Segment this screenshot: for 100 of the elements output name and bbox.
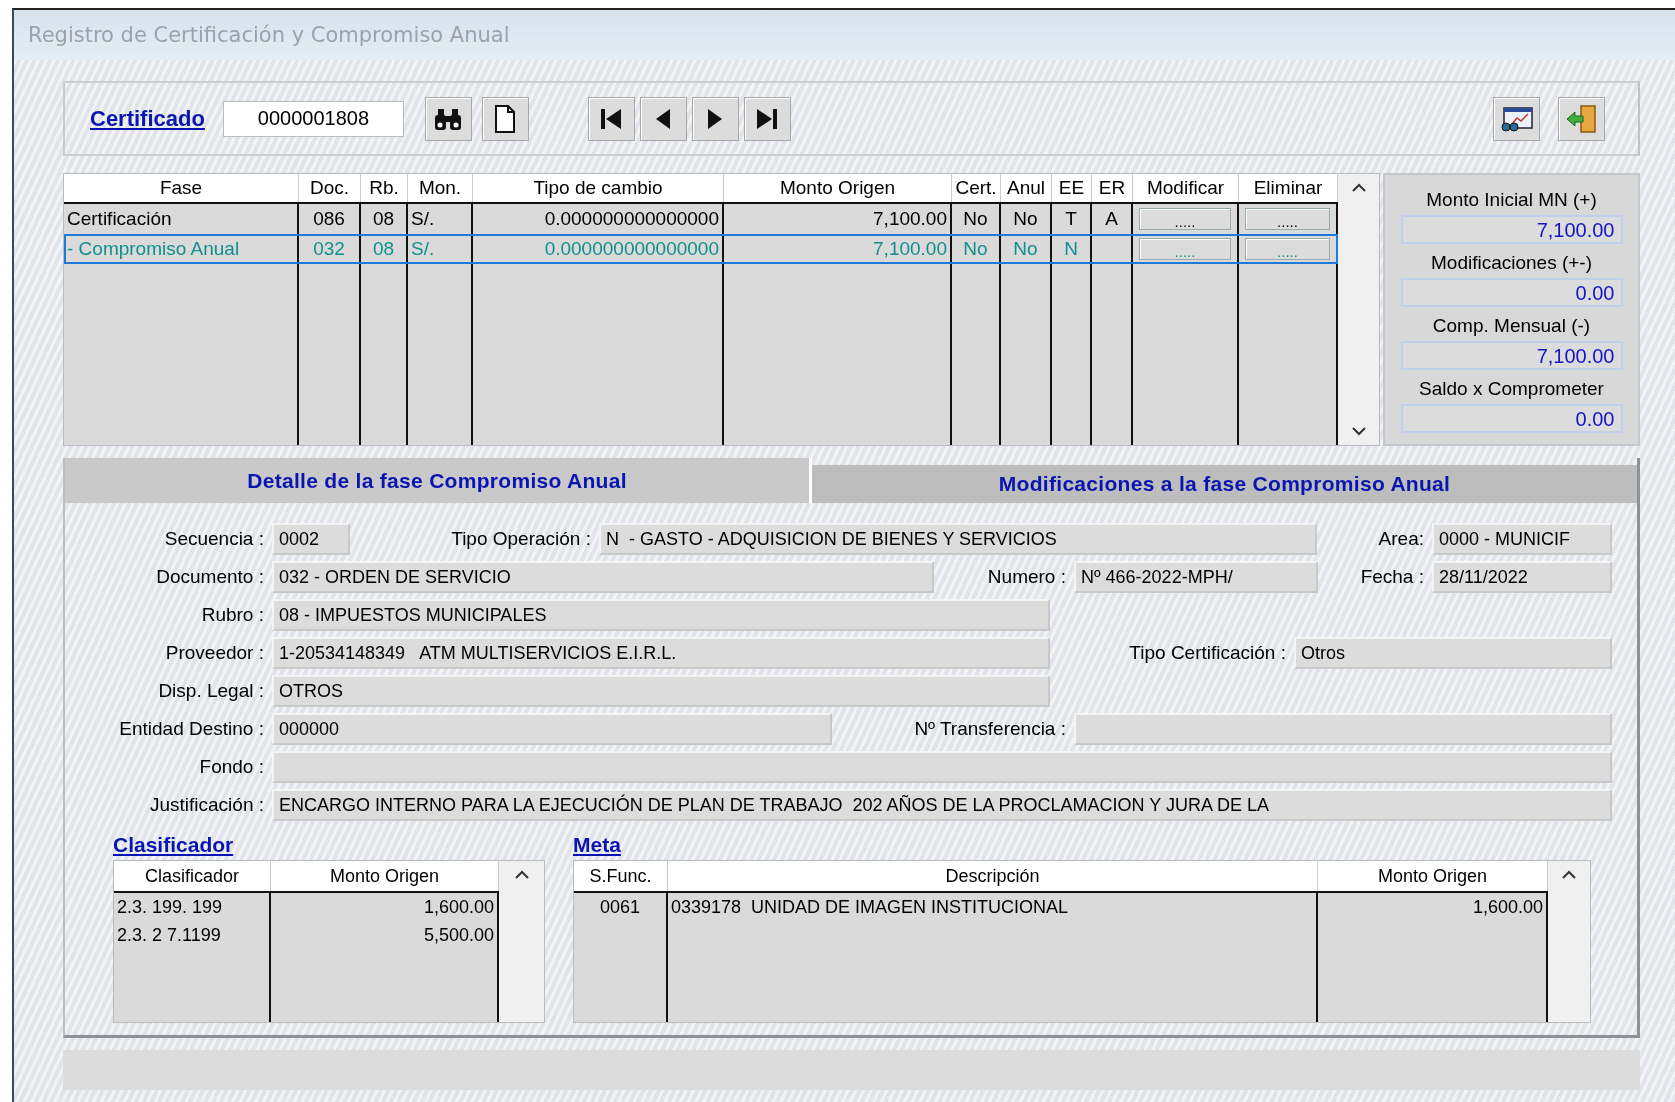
- column-header: Tipo de cambio: [473, 174, 724, 202]
- field-label: Entidad Destino :: [118, 718, 265, 740]
- table-cell: S/.: [411, 238, 435, 260]
- table-cell: 0.000000000000000: [544, 208, 719, 230]
- column-header: Monto Origen: [724, 174, 952, 202]
- table-cell: No: [1013, 238, 1038, 260]
- field-label: Nº Transferencia :: [913, 718, 1067, 740]
- table-cell: 032: [313, 238, 345, 260]
- exit-button[interactable]: [1558, 96, 1605, 141]
- last-record-button[interactable]: [743, 96, 791, 141]
- scrollbar[interactable]: [1548, 861, 1590, 1022]
- field-label: Disp. Legal :: [157, 680, 265, 702]
- field-label: Proveedor :: [164, 642, 265, 664]
- report-button[interactable]: [1493, 96, 1540, 141]
- field-label: Fondo :: [198, 756, 265, 778]
- table-cell: 2.3. 2 7.1199: [117, 924, 221, 946]
- meta-link[interactable]: Meta: [573, 833, 621, 860]
- tab[interactable]: Modificaciones a la fase Compromiso Anual: [812, 465, 1637, 503]
- field-label: Numero :: [986, 566, 1067, 588]
- field-label: Rubro :: [200, 604, 265, 626]
- text-field[interactable]: 000000: [272, 713, 832, 745]
- text-field[interactable]: Nº 466-2022-MPH/: [1074, 561, 1318, 593]
- text-field[interactable]: ENCARGO INTERNO PARA LA EJECUCIÓN DE PLAN DE TRABAJO 202 AÑOS DE LA PROCLAMACION Y JURA DE LA: [272, 789, 1612, 821]
- column-header: ER: [1092, 174, 1133, 202]
- text-field[interactable]: Otros: [1294, 637, 1612, 669]
- door-arrow-icon: [1564, 103, 1599, 134]
- scrollbar[interactable]: [499, 861, 544, 1022]
- column-header: EE: [1052, 174, 1092, 202]
- table-cell: 1,600.00: [423, 896, 494, 918]
- table-cell: A: [1105, 208, 1118, 230]
- chevron-up-icon: [1350, 182, 1367, 192]
- column-header: Cert.: [952, 174, 1001, 202]
- table-cell: N: [1064, 238, 1078, 260]
- text-field[interactable]: 08 - IMPUESTOS MUNICIPALES: [272, 599, 1050, 631]
- column-header: Modificar: [1133, 174, 1239, 202]
- text-field[interactable]: 0002: [272, 523, 350, 555]
- text-field[interactable]: 28/11/2022: [1432, 561, 1612, 593]
- text-field[interactable]: N - GASTO - ADQUISICION DE BIENES Y SERVICIOS: [599, 523, 1317, 555]
- binoculars-icon: [433, 106, 464, 131]
- field-label: Fecha :: [1359, 566, 1425, 588]
- clasificador-link[interactable]: Clasificador: [113, 833, 234, 860]
- skip-end-icon: [755, 106, 780, 131]
- document-chart-icon: [1499, 105, 1534, 132]
- table-cell: 2.3. 199. 199: [117, 896, 223, 918]
- text-field[interactable]: 0000 - MUNICIF: [1432, 523, 1612, 555]
- certificate-number-field[interactable]: 0000001808: [222, 100, 404, 137]
- grid-row[interactable]: Certificación 086 08 S/. 0.000000000000000 7,100.00 No No T A ..... .....: [64, 204, 1338, 234]
- total-field: 0.00: [1400, 404, 1623, 433]
- window-title: Registro de Certificación y Compromiso Anual: [28, 23, 510, 47]
- table-cell: 7,100.00: [873, 238, 947, 260]
- field-label: Secuencia :: [163, 528, 265, 550]
- total-label: Monto Inicial MN (+): [1426, 188, 1597, 212]
- text-field[interactable]: OTROS: [272, 675, 1050, 707]
- next-record-button[interactable]: [691, 96, 739, 141]
- column-header: Doc.: [299, 174, 361, 202]
- tab[interactable]: Detalle de la fase Compromiso Anual: [65, 458, 813, 503]
- search-button[interactable]: [424, 96, 472, 141]
- triangle-right-icon: [707, 106, 724, 131]
- table-cell: T: [1065, 208, 1077, 230]
- table-cell: 7,100.00: [873, 208, 947, 230]
- skip-start-icon: [599, 106, 624, 131]
- field-label: Documento :: [155, 566, 265, 588]
- chevron-down-icon: [1350, 427, 1367, 437]
- table-cell: 0339178 UNIDAD DE IMAGEN INSTITUCIONAL: [671, 896, 1069, 918]
- column-header: Fase: [64, 174, 299, 202]
- table-cell: 0.000000000000000: [544, 238, 719, 260]
- table-cell: 5,500.00: [423, 924, 494, 946]
- table-cell: No: [963, 208, 988, 230]
- table-cell: 08: [372, 208, 395, 230]
- new-document-button[interactable]: [481, 96, 529, 141]
- column-header: Rb.: [361, 174, 408, 202]
- text-field[interactable]: 032 - ORDEN DE SERVICIO: [272, 561, 934, 593]
- previous-record-button[interactable]: [639, 96, 687, 141]
- table-cell: 0061: [599, 896, 640, 918]
- table-cell: 1,600.00: [1472, 896, 1543, 918]
- scrollbar[interactable]: [1338, 174, 1379, 445]
- delete-button[interactable]: .....: [1244, 208, 1331, 230]
- table-cell: S/.: [411, 208, 435, 230]
- chevron-up-icon: [513, 869, 530, 879]
- table-cell: No: [963, 238, 988, 260]
- field-label: Justificación :: [148, 794, 265, 816]
- column-header: Descripción: [668, 861, 1318, 891]
- total-label: Saldo x Comprometer: [1419, 377, 1604, 401]
- table-cell: - Compromiso Anual: [67, 238, 240, 260]
- column-header: Mon.: [408, 174, 473, 202]
- text-field[interactable]: 1-20534148349 ATM MULTISERVICIOS E.I.R.L.: [272, 637, 1050, 669]
- text-field[interactable]: [1074, 713, 1612, 745]
- column-header: Clasificador: [114, 861, 271, 891]
- total-field: 7,100.00: [1400, 341, 1623, 370]
- first-record-button[interactable]: [587, 96, 635, 141]
- column-header: Anul: [1001, 174, 1052, 202]
- document-icon: [494, 104, 517, 133]
- certificado-link[interactable]: Certificado: [90, 105, 205, 132]
- text-field[interactable]: [272, 751, 1612, 783]
- table-cell: 08: [372, 238, 395, 260]
- total-field: 0.00: [1400, 278, 1623, 307]
- table-cell: No: [1013, 208, 1038, 230]
- modify-button[interactable]: .....: [1138, 208, 1232, 230]
- table-cell: Certificación: [67, 208, 172, 230]
- field-label: Tipo Certificación :: [1128, 642, 1287, 664]
